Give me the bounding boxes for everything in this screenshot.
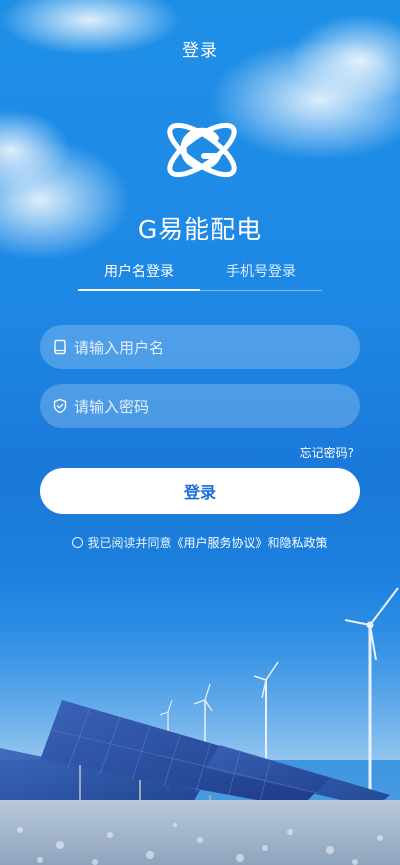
tablet-icon [54, 339, 66, 355]
login-screen: 登录 G易能配电 用户名登录 手机号登录 忘记密码? 登录 我已阅读并同意《用户… [0, 0, 400, 865]
app-name: G易能配电 [137, 215, 263, 244]
agreement-checkbox[interactable] [72, 537, 84, 548]
user-agreement-link[interactable]: 《用户服务协议》 [171, 536, 267, 550]
password-field [40, 384, 360, 430]
privacy-policy-link[interactable]: 隐私政策 [280, 536, 328, 550]
page-title: 登录 [182, 41, 218, 61]
tab-username-login[interactable]: 用户名登录 [78, 262, 200, 291]
shield-check-icon [53, 398, 67, 414]
forgot-password-link[interactable]: 忘记密码? [300, 444, 354, 461]
atom-g-logo-icon [167, 122, 237, 178]
username-input[interactable] [72, 325, 356, 371]
username-field [40, 325, 360, 371]
agreement-row: 我已阅读并同意《用户服务协议》和隐私政策 [0, 534, 400, 551]
password-input[interactable] [72, 384, 356, 430]
gravel-ground [0, 800, 400, 865]
agreement-prefix: 我已阅读并同意 [87, 536, 172, 550]
agreement-joiner: 和 [267, 536, 280, 550]
login-tabs: 用户名登录 手机号登录 [78, 262, 322, 291]
tab-phone-login[interactable]: 手机号登录 [200, 262, 322, 290]
login-button[interactable]: 登录 [40, 468, 360, 514]
